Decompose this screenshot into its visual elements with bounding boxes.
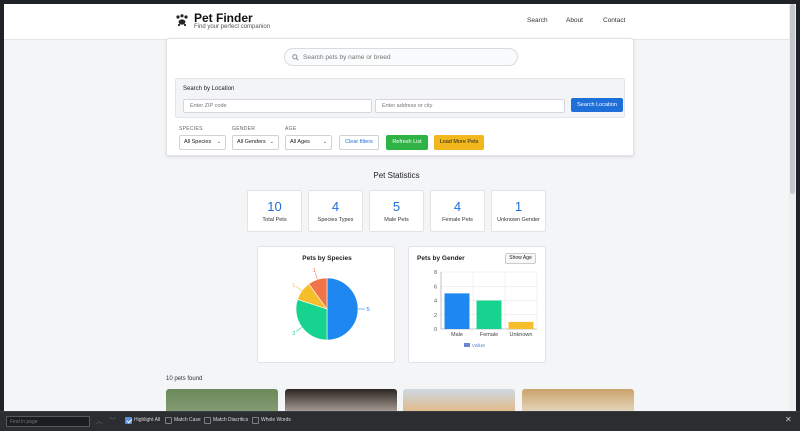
site-header: Pet Finder Find your perfect companion S… — [4, 4, 789, 40]
search-field[interactable] — [284, 48, 518, 66]
legend-swatch — [464, 343, 470, 347]
pet-card-image[interactable] — [285, 389, 397, 411]
load-more-button[interactable]: Load More Pets — [434, 135, 484, 150]
location-title: Search by Location — [183, 86, 235, 92]
y-tick-label: 8 — [434, 270, 437, 276]
x-tick-label: Unknown — [510, 332, 533, 338]
stat-label: Female Pets — [442, 217, 473, 223]
stats-title: Pet Statistics — [373, 171, 420, 180]
pie-slice — [326, 277, 359, 341]
stat-male: 5 Male Pets — [369, 190, 424, 232]
pie-data-label: 5 — [366, 307, 369, 313]
gender-chart-card: Pets by Gender Show Age 0 2 4 6 8 Male Female U… — [408, 246, 546, 363]
stat-species: 4 Species Types — [308, 190, 363, 232]
whole-words-label: Whole Words — [261, 417, 291, 423]
bar — [508, 321, 534, 329]
stat-value: 4 — [331, 199, 340, 214]
gender-label: GENDER — [232, 126, 256, 132]
stat-value: 10 — [267, 199, 282, 214]
chevron-down-icon[interactable]: ﹀ — [109, 416, 116, 426]
y-tick-label: 6 — [434, 284, 437, 290]
search-panel: Search by Location Search Location SPECI… — [166, 38, 634, 156]
age-label: AGE — [285, 126, 297, 132]
species-pie-chart: 5 3 1 1 — [292, 268, 370, 341]
pie-label-leader — [296, 286, 303, 292]
nav-search[interactable]: Search — [527, 17, 548, 24]
match-case-checkbox[interactable] — [165, 417, 172, 424]
pet-card-image[interactable] — [166, 389, 278, 411]
nav-about[interactable]: About — [566, 17, 583, 24]
zip-input[interactable] — [183, 99, 372, 113]
y-tick-label: 2 — [434, 313, 437, 319]
stat-value: 4 — [453, 199, 462, 214]
page-scrollbar[interactable] — [789, 4, 796, 411]
x-tick-label: Female — [480, 332, 498, 338]
pet-card-image[interactable] — [522, 389, 634, 411]
nav-contact[interactable]: Contact — [603, 17, 625, 24]
location-search: Search by Location Search Location — [175, 78, 625, 118]
search-location-button[interactable]: Search Location — [571, 98, 623, 112]
clear-filters-button[interactable]: Clear filters — [339, 135, 379, 150]
legend-label: value — [472, 343, 485, 349]
whole-words-checkbox[interactable] — [252, 417, 259, 424]
find-bar: ︿ ﹀ Highlight All Match Case Match Diacr… — [0, 411, 800, 431]
gender-select[interactable]: All Genders ⌄ — [232, 135, 279, 150]
pie-data-label: 1 — [313, 268, 316, 274]
find-input[interactable] — [6, 416, 90, 427]
close-icon[interactable]: ✕ — [785, 415, 792, 424]
species-label: SPECIES — [179, 126, 203, 132]
browser-viewport: Pet Finder Find your perfect companion S… — [4, 4, 796, 411]
stat-total: 10 Total Pets — [247, 190, 302, 232]
match-diacritics-label: Match Diacritics — [213, 417, 249, 423]
age-select-value: All Ages — [290, 139, 310, 145]
pie-label-leader — [296, 326, 303, 332]
highlight-all-label: Highlight All — [134, 417, 161, 423]
stat-value: 1 — [514, 199, 523, 214]
chevron-down-icon: ⌄ — [216, 139, 221, 145]
stat-label: Unknown Gender — [497, 217, 540, 223]
site-title: Pet Finder — [194, 11, 253, 25]
match-diacritics-checkbox[interactable] — [204, 417, 211, 424]
refresh-list-button[interactable]: Refresh List — [386, 135, 428, 150]
pie-data-label: 3 — [292, 331, 295, 337]
y-tick-label: 4 — [434, 299, 437, 305]
chevron-up-icon[interactable]: ︿ — [96, 416, 103, 426]
stat-label: Total Pets — [262, 217, 287, 223]
stat-label: Male Pets — [384, 217, 409, 223]
gender-select-value: All Genders — [237, 139, 266, 145]
stat-female: 4 Female Pets — [430, 190, 485, 232]
age-select[interactable]: All Ages ⌄ — [285, 135, 332, 150]
gender-bar-chart: 0 2 4 6 8 Male Female Unknown value — [434, 270, 538, 349]
scrollbar-thumb[interactable] — [790, 4, 795, 194]
stat-unknown: 1 Unknown Gender — [491, 190, 546, 232]
paw-icon — [176, 14, 188, 27]
address-input[interactable] — [375, 99, 565, 113]
search-icon — [292, 54, 299, 61]
pet-card-image[interactable] — [403, 389, 515, 411]
search-input[interactable] — [303, 49, 513, 65]
highlight-all-checkbox[interactable] — [125, 417, 132, 424]
site-subtitle: Find your perfect companion — [194, 24, 271, 30]
stat-value: 5 — [392, 199, 401, 214]
x-tick-label: Male — [451, 332, 463, 338]
species-select-value: All Species — [184, 139, 212, 145]
results-count: 10 pets found — [166, 376, 203, 382]
chevron-down-icon: ⌄ — [322, 139, 327, 145]
y-tick-label: 0 — [434, 327, 437, 333]
stat-label: Species Types — [317, 217, 354, 223]
bar — [476, 300, 502, 329]
species-select[interactable]: All Species ⌄ — [179, 135, 226, 150]
bar — [444, 293, 470, 329]
chevron-down-icon: ⌄ — [269, 139, 274, 145]
pie-data-label: 1 — [292, 283, 295, 289]
match-case-label: Match Case — [174, 417, 201, 423]
species-chart-card: Pets by Species 5311 — [257, 246, 395, 363]
